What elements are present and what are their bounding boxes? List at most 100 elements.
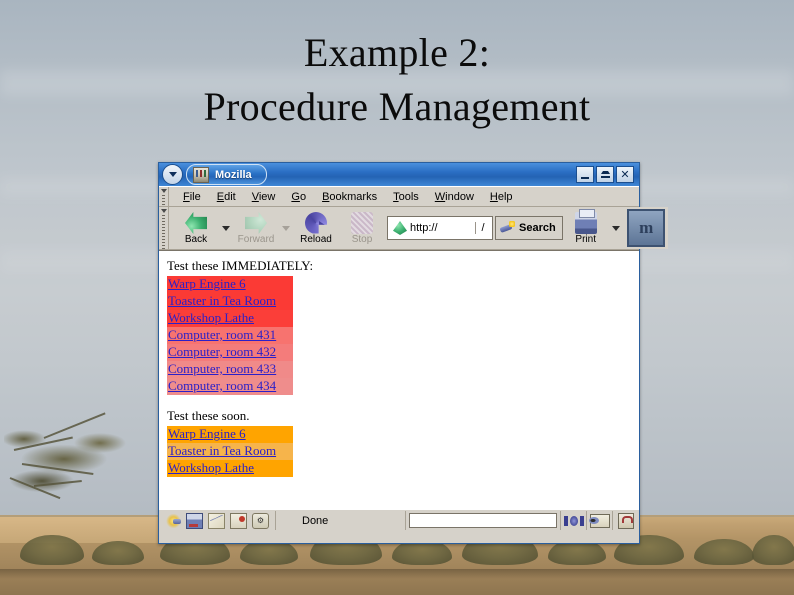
forward-history-dropdown-icon[interactable]	[282, 225, 290, 231]
menu-accesskey: V	[251, 190, 259, 203]
browser-chrome: File Edit View Go Bookmarks Tools Window…	[159, 186, 668, 531]
menu-file[interactable]: File	[175, 191, 209, 203]
forward-label: Forward	[237, 233, 275, 245]
mozilla-app-icon	[193, 166, 209, 183]
back-label: Back	[184, 233, 208, 245]
menu-label-rest: dit	[224, 190, 236, 203]
stop-icon	[351, 211, 373, 234]
forward-button[interactable]: Forward	[233, 208, 279, 248]
address-book-icon[interactable]	[230, 512, 247, 529]
menu-tools[interactable]: Tools	[385, 191, 427, 203]
grippy-dots	[162, 215, 165, 249]
scrub-bush	[752, 535, 794, 565]
foreground-bush	[4, 412, 154, 511]
menu-window[interactable]: Window	[427, 191, 482, 203]
list-item[interactable]: Workshop Lathe	[167, 310, 293, 327]
print-label: Print	[575, 233, 596, 245]
status-bar: ⚙ Done	[159, 509, 639, 531]
window-menu-icon[interactable]	[162, 164, 183, 185]
page-title: Example 2: Procedure Management	[0, 26, 794, 134]
close-icon: ✕	[620, 168, 630, 181]
menu-bookmarks[interactable]: Bookmarks	[314, 191, 385, 203]
url-input[interactable]: http://	[410, 222, 475, 234]
menubar-grippy[interactable]	[159, 187, 169, 206]
menubar-row: File Edit View Go Bookmarks Tools Window…	[159, 187, 639, 207]
browser-window: Mozilla ✕ File Edit View Go Bookmarks To…	[158, 162, 668, 544]
minimize-button[interactable]	[576, 166, 594, 183]
back-history-dropdown-icon[interactable]	[222, 225, 230, 231]
search-label: Search	[519, 222, 556, 234]
menu-view[interactable]: View	[244, 191, 284, 203]
list-item[interactable]: Warp Engine 6	[167, 426, 293, 443]
cookie-status[interactable]	[586, 511, 612, 530]
menu-accesskey: G	[291, 190, 300, 203]
menu-accesskey: E	[216, 190, 225, 203]
reload-icon	[305, 211, 327, 234]
list-item[interactable]: Workshop Lathe	[167, 460, 293, 477]
section-2-heading: Test these soon.	[167, 408, 250, 423]
url-go-button[interactable]: /	[475, 222, 490, 234]
reload-label: Reload	[300, 233, 332, 245]
list-item[interactable]: Computer, room 431	[167, 327, 293, 344]
maximize-button[interactable]	[596, 166, 614, 183]
page-content: Test these IMMEDIATELY: Warp Engine 6 To…	[159, 250, 639, 509]
menu-edit[interactable]: Edit	[209, 191, 244, 203]
stop-button[interactable]: Stop	[339, 208, 385, 248]
slide: Example 2: Procedure Management Mozilla …	[0, 0, 794, 595]
list-item[interactable]: Toaster in Tea Room	[167, 293, 293, 310]
back-arrow-icon	[185, 212, 207, 234]
back-button[interactable]: Back	[173, 208, 219, 248]
print-dropdown-icon[interactable]	[611, 225, 620, 231]
preferences-icon[interactable]: ⚙	[252, 512, 269, 529]
window-controls: ✕	[576, 166, 634, 183]
list-item[interactable]: Warp Engine 6	[167, 276, 293, 293]
window-title: Mozilla	[215, 168, 252, 181]
stop-label: Stop	[351, 233, 373, 245]
ground-shadow	[0, 569, 794, 579]
logo-glyph: m	[639, 218, 653, 237]
status-right-icons	[560, 511, 638, 530]
print-button[interactable]: Print	[563, 208, 609, 248]
list-item[interactable]: Toaster in Tea Room	[167, 443, 293, 460]
forward-arrow-icon	[245, 212, 267, 234]
menu-help[interactable]: Help	[482, 191, 521, 203]
close-button[interactable]: ✕	[616, 166, 634, 183]
menubar: File Edit View Go Bookmarks Tools Window…	[169, 187, 639, 206]
navigation-toolbar: Back Forward Reload Stop http:// / Searc…	[169, 207, 668, 249]
navbar-grippy[interactable]	[159, 207, 169, 249]
navigator-icon[interactable]	[166, 513, 181, 528]
menu-label-rest: elp	[497, 190, 513, 203]
menu-accesskey: H	[489, 190, 498, 203]
collapse-caret-icon	[160, 209, 167, 213]
printer-icon	[574, 208, 597, 234]
menu-accesskey: W	[434, 190, 446, 203]
title-line-2: Procedure Management	[203, 84, 591, 129]
menu-label-rest: iew	[258, 190, 276, 203]
window-title-pill: Mozilla	[186, 164, 267, 185]
list-item[interactable]: Computer, room 433	[167, 361, 293, 378]
title-line-1: Example 2:	[303, 30, 491, 75]
status-text: Done	[276, 511, 406, 530]
search-button[interactable]: Search	[495, 216, 563, 240]
list-item[interactable]: Computer, room 434	[167, 378, 293, 395]
reload-button[interactable]: Reload	[293, 208, 339, 248]
url-bar[interactable]: http:// /	[387, 216, 493, 240]
menu-go[interactable]: Go	[283, 191, 314, 203]
chevron-down-icon	[168, 172, 177, 177]
mail-icon[interactable]	[208, 512, 225, 529]
menu-label-rest: ile	[189, 190, 201, 203]
composer-icon[interactable]	[186, 512, 203, 529]
soon-link-list: Warp Engine 6 Toaster in Tea Room Worksh…	[167, 426, 639, 477]
list-item[interactable]: Computer, room 432	[167, 344, 293, 361]
security-status[interactable]	[612, 511, 638, 530]
connection-status[interactable]	[560, 511, 586, 530]
maximize-icon	[600, 171, 610, 178]
scrub-bush	[92, 541, 144, 565]
favicon-icon	[393, 221, 407, 235]
mozilla-logo-icon[interactable]: m	[626, 209, 665, 247]
navigation-toolbar-row: Back Forward Reload Stop http:// / Searc…	[159, 207, 668, 250]
progress-bar	[409, 513, 557, 528]
menu-label-rest: ools	[398, 190, 419, 203]
menu-label-rest: ookmarks	[329, 190, 378, 203]
